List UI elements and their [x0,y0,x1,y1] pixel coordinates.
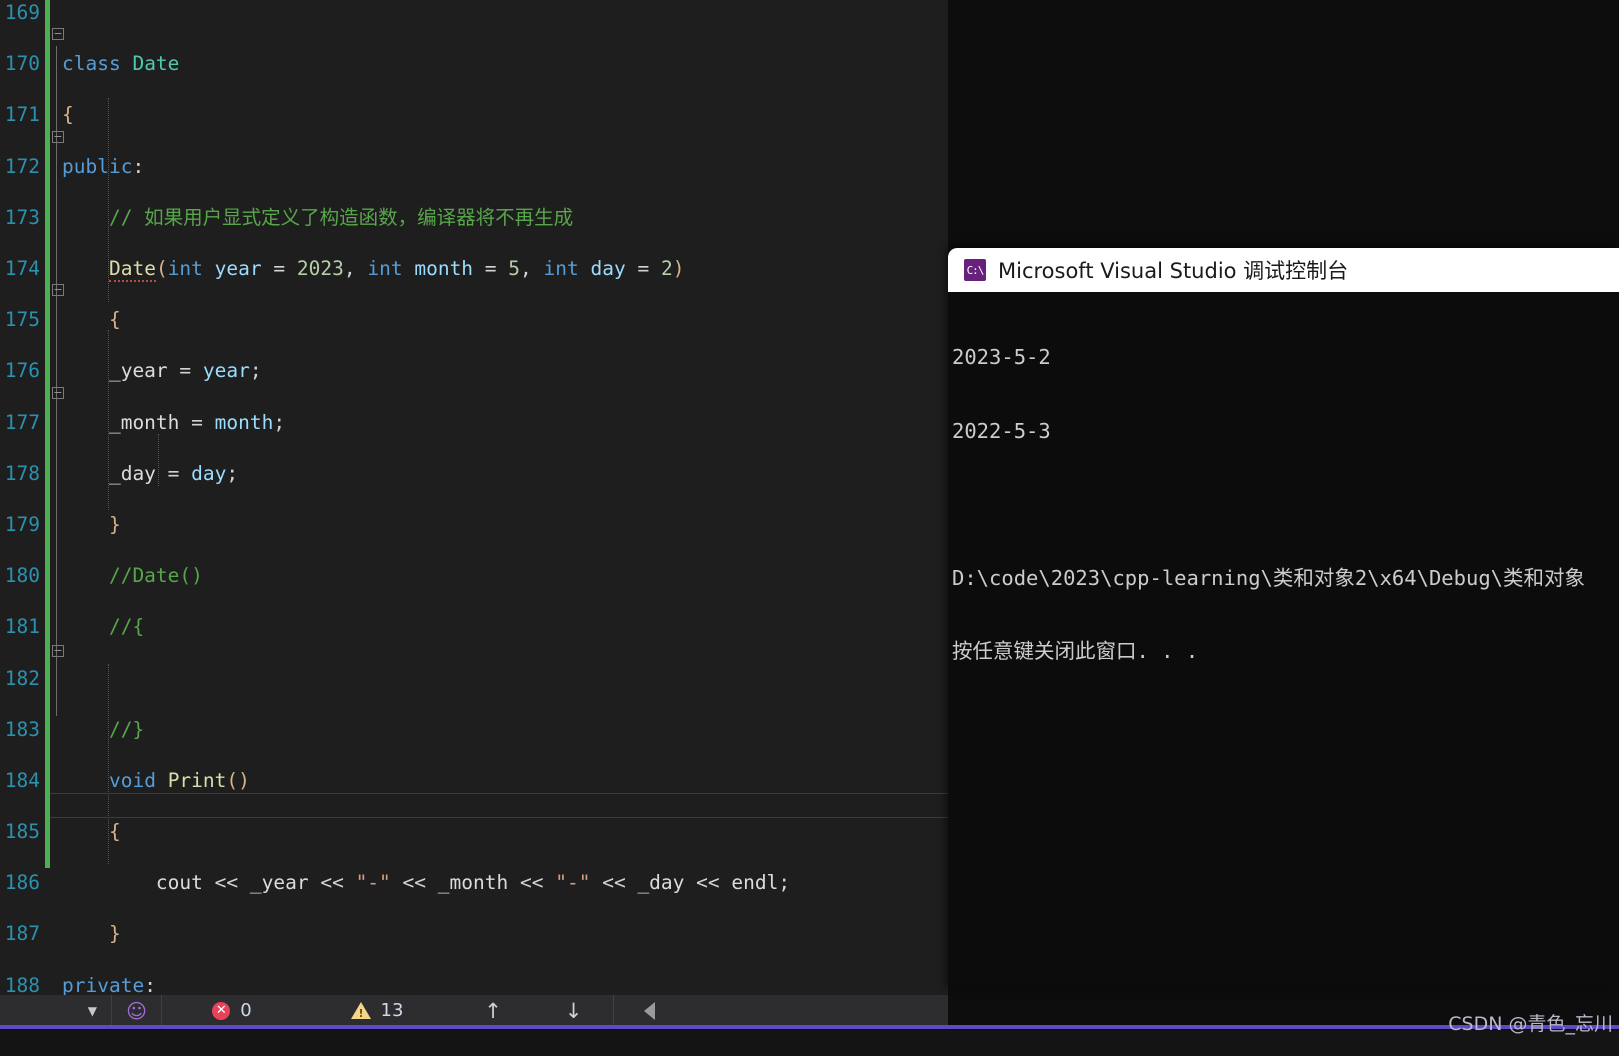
line-content: { [62,103,74,127]
line-number: 171 [4,103,40,127]
line-number: 180 [4,564,40,588]
code-line[interactable]: 176 _year = year; [0,358,948,384]
line-number: 181 [4,615,40,639]
console-title-label: Microsoft Visual Studio 调试控制台 [998,259,1349,283]
code-line[interactable]: 188 private: [0,973,948,995]
code-line[interactable]: 185 { [0,819,948,845]
code-line[interactable]: 181 //{ [0,614,948,640]
line-content: _month = month; [62,410,286,434]
warning-count-label: 13 [380,1000,404,1021]
line-content: cout << _year << "-" << _month << "-" <<… [62,871,791,895]
code-line[interactable]: 187 } [0,921,948,947]
collapse-panel-button[interactable] [614,995,684,1026]
line-content: //} [62,717,145,741]
console-title-bar[interactable]: C:\ Microsoft Visual Studio 调试控制台 [948,248,1619,292]
chevron-down-icon: ▼ [87,1003,97,1018]
line-content: _year = year; [62,359,262,383]
watermark-accent-line [0,1025,1619,1029]
line-content: //Date() [62,564,203,588]
next-issue-button[interactable]: ↓ [534,995,614,1026]
editor-status-bar[interactable]: ▼ ☺ ✕ 0 13 ↑ ↓ [0,995,948,1026]
line-content: } [62,922,121,946]
line-content: private: [62,973,156,995]
console-output-line: 2022-5-3 [952,418,1051,443]
code-line[interactable]: 172 public: [0,154,948,180]
code-line[interactable]: 179 } [0,512,948,538]
error-count-label: 0 [240,1000,252,1021]
intellicode-button[interactable]: ☺ [112,995,162,1026]
line-content: { [62,308,121,332]
code-line[interactable]: 175 { [0,307,948,333]
line-number: 176 [4,359,40,383]
line-content: } [62,512,121,536]
code-line[interactable]: 182 [0,666,948,692]
line-number: 179 [4,512,40,536]
code-line[interactable]: 171 { [0,102,948,128]
code-line[interactable]: 173 // 如果用户显式定义了构造函数，编译器将不再生成 [0,205,948,231]
line-number: 177 [4,410,40,434]
code-line[interactable]: 174 Date(int year = 2023, int month = 5,… [0,256,948,282]
line-number: 170 [4,52,40,76]
csdn-watermark: CSDN @青色_忘川 [1448,1013,1613,1035]
line-number: 185 [4,820,40,844]
arrow-up-icon: ↑ [484,998,502,1023]
code-line[interactable]: 169 [0,0,948,26]
code-line[interactable]: 178 _day = day; [0,461,948,487]
line-content: //{ [62,615,145,639]
line-number: 174 [4,256,40,280]
line-content: public: [62,154,145,178]
error-circle-icon: ✕ [212,1001,231,1020]
line-number: 188 [4,973,40,995]
debug-console-window[interactable]: C:\ Microsoft Visual Studio 调试控制台 2023-5… [948,248,1619,988]
warning-count-item[interactable]: 13 [302,995,452,1026]
code-line[interactable]: 170 class Date [0,51,948,77]
prev-issue-button[interactable]: ↑ [452,995,534,1026]
line-content: // 如果用户显式定义了构造函数，编译器将不再生成 [62,205,574,229]
line-content: Date(int year = 2023, int month = 5, int… [108,256,685,282]
line-number: 186 [4,871,40,895]
line-content: { [62,820,121,844]
error-count-item[interactable]: ✕ 0 [162,995,302,1026]
warning-triangle-icon [350,1002,371,1020]
status-dropdown[interactable]: ▼ [0,995,112,1026]
code-line[interactable]: 177 _month = month; [0,410,948,436]
line-number: 178 [4,461,40,485]
line-number: 184 [4,768,40,792]
line-number: 169 [4,1,40,24]
line-number: 183 [4,717,40,741]
code-line[interactable]: 180 //Date() [0,563,948,589]
console-output-line: D:\code\2023\cpp-learning\类和对象2\x64\Debu… [952,565,1585,590]
code-line[interactable]: 186 cout << _year << "-" << _month << "-… [0,870,948,896]
console-output-line: 按任意键关闭此窗口. . . [952,639,1199,663]
intellicode-head-icon: ☺ [126,998,147,1023]
current-line-highlight [50,792,948,819]
code-editor-pane[interactable]: − − − − − 169 170 class Date 171 { 172 p… [0,0,948,995]
line-number: 182 [4,666,40,690]
line-number: 172 [4,154,40,178]
line-number: 175 [4,308,40,332]
line-content: class Date [62,52,180,76]
code-line[interactable]: 183 //} [0,717,948,743]
arrow-down-icon: ↓ [564,998,583,1023]
code-lines-container[interactable]: − − − − − 169 170 class Date 171 { 172 p… [0,0,948,995]
console-prompt-icon: C:\ [964,259,986,281]
console-output-area[interactable]: 2023-5-2 2022-5-3 D:\code\2023\cpp-learn… [948,292,1619,713]
bottom-strip [0,1030,1619,1056]
line-content: _day = day; [62,461,239,485]
console-output-line: 2023-5-2 [952,345,1051,369]
line-content: void Print() [108,768,250,792]
triangle-left-icon [643,1001,655,1020]
code-line[interactable]: 184 void Print() [0,768,948,794]
line-number: 187 [4,922,40,946]
line-number: 173 [4,205,40,229]
